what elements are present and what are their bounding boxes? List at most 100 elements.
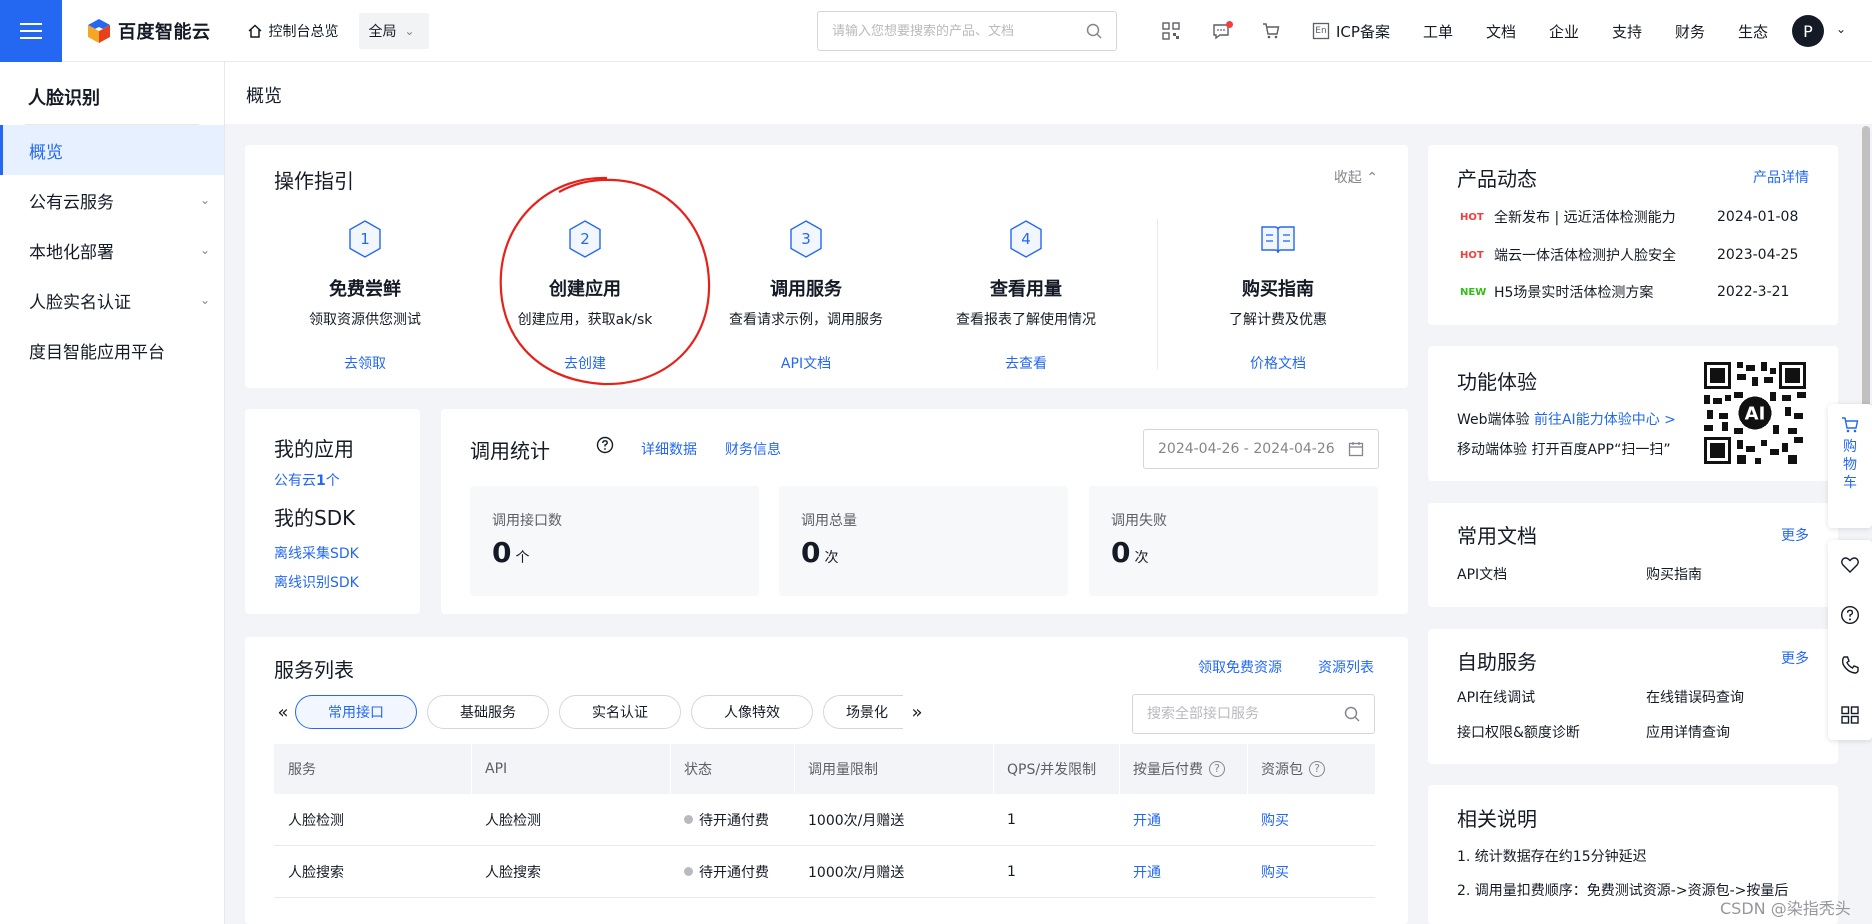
- sidebar-item-label: 本地化部署: [29, 242, 114, 263]
- resource-list-link[interactable]: 资源列表: [1318, 657, 1374, 677]
- claim-free-resource-link[interactable]: 领取免费资源: [1198, 657, 1282, 677]
- home-icon: [247, 23, 262, 38]
- nav-finance[interactable]: 财务: [1675, 21, 1705, 42]
- tab-scenario[interactable]: 场景化: [823, 695, 903, 729]
- buy-guide-link[interactable]: 购买指南: [1646, 564, 1702, 584]
- avatar[interactable]: P: [1792, 15, 1824, 47]
- news-item-date: 2024-01-08: [1717, 209, 1799, 225]
- api-doc-link[interactable]: API文档: [1457, 564, 1507, 584]
- global-search-input[interactable]: [832, 23, 1086, 39]
- sdk-link-collect[interactable]: 离线采集SDK: [274, 543, 420, 563]
- my-apps-link[interactable]: 公有云1个: [274, 470, 420, 490]
- news-item-title: H5场景实时活体检测方案: [1494, 285, 1654, 301]
- favorite-icon[interactable]: [1840, 555, 1860, 575]
- mobile-experience-text: 移动端体验 打开百度APP“扫一扫”: [1457, 442, 1671, 458]
- common-docs-card: 常用文档 更多 API文档 购买指南: [1428, 503, 1838, 607]
- detail-data-link[interactable]: 详细数据: [641, 439, 697, 459]
- step-link-api-doc[interactable]: API文档: [706, 353, 906, 373]
- sidebar-item-local-deploy[interactable]: 本地化部署 ⌄: [0, 225, 224, 275]
- nav-enterprise[interactable]: 企业: [1549, 21, 1579, 42]
- permission-quota-diagnosis-link[interactable]: 接口权限&额度诊断: [1457, 722, 1580, 742]
- step-title: 免费尝鲜: [329, 279, 401, 300]
- ai-experience-center-link[interactable]: 前往AI能力体验中心 >: [1534, 412, 1676, 428]
- open-postpaid-link[interactable]: 开通: [1119, 846, 1247, 897]
- step-link-claim[interactable]: 去领取: [265, 353, 465, 373]
- status-dot-icon: [684, 815, 693, 824]
- nav-docs[interactable]: 文档: [1486, 21, 1516, 42]
- brand-logo-icon: [86, 18, 112, 44]
- guide-step: 4 查看用量 查看报表了解使用情况 去查看: [926, 219, 1126, 373]
- date-range-picker[interactable]: 2024-04-26 - 2024-04-26: [1143, 429, 1379, 469]
- service-list-title: 服务列表: [274, 658, 354, 682]
- help-icon[interactable]: ?: [1309, 761, 1325, 777]
- buy-guide-title: 购买指南: [1242, 279, 1314, 300]
- help-icon[interactable]: [1840, 605, 1860, 625]
- nav-icp[interactable]: ICP备案: [1336, 21, 1390, 42]
- cart-icon[interactable]: [1246, 0, 1296, 62]
- apps-icon[interactable]: [1840, 705, 1860, 725]
- logo[interactable]: 百度智能云: [86, 18, 211, 44]
- search-icon[interactable]: [1344, 706, 1360, 722]
- step-number-icon: 3: [788, 219, 824, 259]
- nav-ecosystem[interactable]: 生态: [1738, 21, 1768, 42]
- finance-info-link[interactable]: 财务信息: [725, 439, 781, 459]
- buy-package-link[interactable]: 购买: [1247, 794, 1375, 845]
- docs-more-link[interactable]: 更多: [1781, 525, 1809, 545]
- qrcode-icon[interactable]: [1146, 0, 1196, 62]
- double-chevron-left-icon[interactable]: «: [271, 702, 295, 723]
- collapse-button[interactable]: 收起 ⌃: [1334, 167, 1378, 187]
- step-number-icon: 1: [347, 219, 383, 259]
- floating-icon-group: [1828, 540, 1872, 740]
- my-sdk-title: 我的SDK: [274, 506, 356, 530]
- sdk-link-recognize[interactable]: 离线识别SDK: [274, 572, 420, 592]
- stat-label: 调用接口数: [492, 513, 562, 529]
- product-detail-link[interactable]: 产品详情: [1753, 167, 1809, 187]
- region-select[interactable]: 全局 ⌄: [358, 12, 429, 49]
- tab-basic-service[interactable]: 基础服务: [427, 695, 549, 729]
- price-doc-link[interactable]: 价格文档: [1178, 353, 1378, 373]
- step-link-view-usage[interactable]: 去查看: [926, 353, 1126, 373]
- help-icon[interactable]: [596, 436, 614, 454]
- error-code-query-link[interactable]: 在线错误码查询: [1646, 687, 1744, 707]
- service-search-input[interactable]: [1147, 706, 1344, 722]
- nav-support[interactable]: 支持: [1612, 21, 1642, 42]
- help-icon[interactable]: ?: [1209, 761, 1225, 777]
- sidebar-item-dumu-platform[interactable]: 度目智能应用平台: [0, 325, 224, 375]
- tab-common-api[interactable]: 常用接口: [295, 695, 417, 729]
- service-table: 服务 API 状态 调用量限制 QPS/并发限制 按量后付费? 资源包? 人脸检…: [274, 744, 1375, 898]
- double-chevron-right-icon[interactable]: »: [905, 702, 929, 723]
- news-item[interactable]: NEW H5场景实时活体检测方案 2022-3-21: [1460, 282, 1789, 302]
- console-overview-link[interactable]: 控制台总览: [247, 21, 339, 41]
- chevron-down-icon: ⌄: [199, 193, 210, 207]
- chevron-down-icon[interactable]: ⌄: [1836, 22, 1846, 36]
- message-icon[interactable]: [1196, 0, 1246, 62]
- hot-badge: HOT: [1460, 211, 1484, 223]
- cell-api: 人脸搜索: [485, 864, 541, 881]
- step-number: 4: [1021, 230, 1031, 248]
- news-item[interactable]: HOT 全新发布 | 远近活体检测能力 2024-01-08: [1460, 207, 1798, 227]
- qr-badge-text: AI: [1745, 404, 1766, 425]
- sidebar-item-overview[interactable]: 概览: [0, 125, 224, 175]
- status-dot-icon: [684, 867, 693, 876]
- watermark: CSDN @染指秃头: [1720, 899, 1851, 918]
- api-online-debug-link[interactable]: API在线调试: [1457, 687, 1535, 707]
- buy-package-link[interactable]: 购买: [1247, 846, 1375, 897]
- menu-icon[interactable]: [0, 0, 62, 62]
- news-item[interactable]: HOT 端云一体活体检测护人脸安全 2023-04-25: [1460, 245, 1798, 265]
- sidebar-item-public-cloud[interactable]: 公有云服务 ⌄: [0, 175, 224, 225]
- phone-icon[interactable]: [1840, 655, 1860, 675]
- stats-title: 调用统计: [470, 439, 550, 463]
- open-postpaid-link[interactable]: 开通: [1119, 794, 1247, 845]
- app-detail-query-link[interactable]: 应用详情查询: [1646, 722, 1730, 742]
- console-overview-label: 控制台总览: [268, 23, 339, 40]
- tab-portrait-effects[interactable]: 人像特效: [691, 695, 813, 729]
- nav-ticket[interactable]: 工单: [1423, 21, 1453, 42]
- search-icon[interactable]: [1086, 23, 1102, 39]
- news-item-date: 2023-04-25: [1717, 247, 1799, 263]
- step-desc: 领取资源供您测试: [309, 312, 421, 328]
- self-service-more-link[interactable]: 更多: [1781, 648, 1809, 668]
- news-item-date: 2022-3-21: [1717, 284, 1790, 300]
- sidebar-item-realname[interactable]: 人脸实名认证 ⌄: [0, 275, 224, 325]
- tab-realname[interactable]: 实名认证: [559, 695, 681, 729]
- floating-cart-button[interactable]: 购物车: [1828, 404, 1872, 528]
